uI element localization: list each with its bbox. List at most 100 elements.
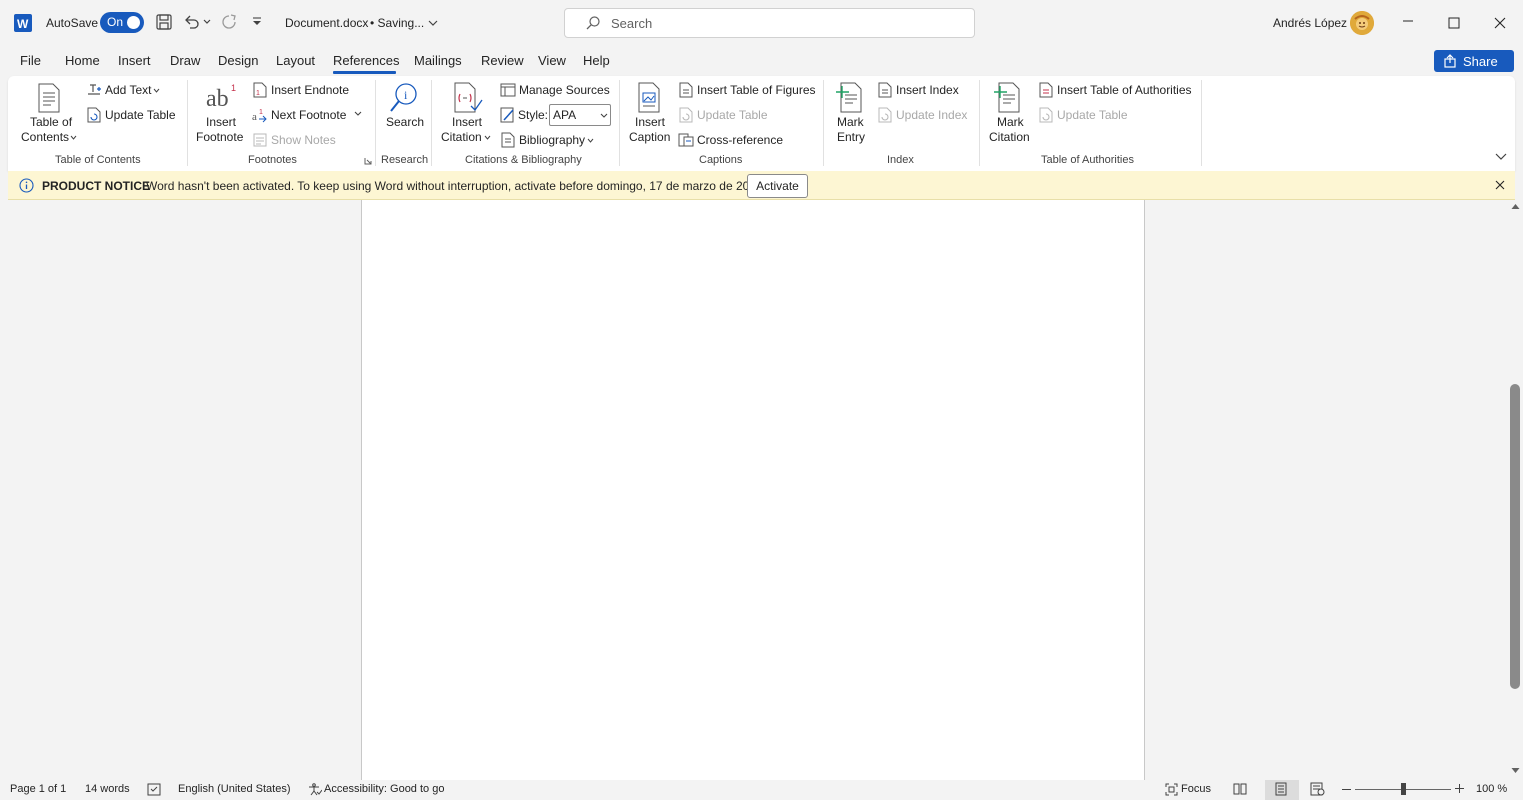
- table-of-contents-icon: [37, 83, 61, 113]
- svg-text:1: 1: [231, 83, 236, 93]
- mark-citation-label-1: Mark: [997, 115, 1024, 129]
- insert-citation-button[interactable]: Insert Citation: [438, 80, 494, 148]
- read-mode-icon[interactable]: [1233, 782, 1247, 796]
- insert-footnote-label-1: Insert: [206, 115, 237, 129]
- update-table-icon: [1038, 107, 1054, 123]
- scrollbar-thumb[interactable]: [1510, 384, 1520, 689]
- save-icon[interactable]: [155, 13, 173, 31]
- document-title[interactable]: Document.docx: [285, 16, 368, 30]
- mark-citation-button[interactable]: Mark Citation: [987, 80, 1031, 148]
- mark-entry-button[interactable]: Mark Entry: [830, 80, 870, 148]
- maximize-icon[interactable]: [1448, 17, 1460, 29]
- title-chevron-down-icon[interactable]: [428, 19, 438, 27]
- tab-references[interactable]: References: [333, 53, 399, 68]
- close-notice-icon[interactable]: [1495, 180, 1505, 190]
- dialog-launcher-icon[interactable]: [364, 157, 372, 165]
- word-logo-icon: W: [14, 14, 32, 32]
- ribbon-separator: [375, 80, 376, 166]
- avatar[interactable]: [1350, 11, 1374, 35]
- word-count[interactable]: 14 words: [85, 783, 130, 795]
- activate-button[interactable]: Activate: [747, 174, 808, 198]
- share-label: Share: [1463, 54, 1498, 69]
- language[interactable]: English (United States): [178, 783, 291, 795]
- insert-caption-label-2: Caption: [629, 130, 671, 144]
- tab-design[interactable]: Design: [218, 53, 258, 68]
- mark-entry-label-1: Mark: [837, 115, 864, 129]
- zoom-out-icon[interactable]: [1342, 788, 1351, 791]
- style-icon: [500, 107, 516, 123]
- tab-file[interactable]: File: [20, 53, 41, 68]
- focus-icon: [1165, 783, 1178, 796]
- table-of-contents-button[interactable]: Table of Contents: [20, 80, 78, 148]
- bibliography-icon: [500, 132, 516, 148]
- cross-reference-icon: [678, 132, 694, 148]
- user-name[interactable]: Andrés López: [1273, 16, 1347, 30]
- undo-icon[interactable]: [183, 13, 201, 31]
- show-notes-label: Show Notes: [271, 133, 336, 147]
- insert-table-of-figures-icon: [678, 82, 694, 98]
- search-icon: [585, 15, 601, 31]
- group-label-citations-bibliography: Citations & Bibliography: [465, 154, 582, 166]
- focus-mode-button[interactable]: Focus: [1181, 783, 1211, 795]
- web-layout-icon[interactable]: [1310, 782, 1325, 796]
- zoom-level[interactable]: 100 %: [1476, 783, 1507, 795]
- svg-text:a: a: [252, 111, 257, 123]
- group-label-table-of-authorities: Table of Authorities: [1041, 154, 1134, 166]
- close-icon[interactable]: [1494, 17, 1506, 29]
- mark-entry-label-2: Entry: [837, 130, 866, 144]
- next-footnote-dropdown-icon[interactable]: [354, 111, 362, 117]
- customize-qat-icon[interactable]: [252, 16, 262, 28]
- info-icon: [19, 178, 34, 193]
- group-label-footnotes: Footnotes: [248, 154, 297, 166]
- insert-caption-button[interactable]: Insert Caption: [626, 80, 672, 148]
- share-icon: [1443, 54, 1457, 68]
- chevron-down-icon: [70, 135, 77, 140]
- document-page[interactable]: [361, 200, 1145, 780]
- update-table-label: Update Table: [105, 108, 176, 122]
- autosave-toggle[interactable]: On: [100, 12, 144, 33]
- tab-layout[interactable]: Layout: [276, 53, 315, 68]
- page-count[interactable]: Page 1 of 1: [10, 783, 66, 795]
- ribbon-separator: [431, 80, 432, 166]
- style-select[interactable]: APA: [549, 104, 611, 126]
- update-table-authorities-label: Update Table: [1057, 108, 1128, 122]
- search-box[interactable]: Search: [564, 8, 975, 38]
- insert-index-label: Insert Index: [896, 83, 959, 97]
- zoom-slider-thumb[interactable]: [1401, 783, 1406, 795]
- accessibility-status[interactable]: Accessibility: Good to go: [324, 783, 444, 795]
- search-research-label: Search: [386, 115, 425, 129]
- update-index-icon: [877, 107, 893, 123]
- style-value: APA: [553, 108, 577, 122]
- tab-review[interactable]: Review: [481, 53, 524, 68]
- tab-insert[interactable]: Insert: [118, 53, 151, 68]
- scroll-down-arrow-icon[interactable]: [1511, 767, 1520, 774]
- chevron-down-icon: [484, 135, 491, 140]
- scroll-up-arrow-icon[interactable]: [1511, 203, 1520, 210]
- zoom-in-icon[interactable]: [1455, 784, 1464, 793]
- insert-footnote-button[interactable]: ab 1 Insert Footnote: [195, 80, 245, 148]
- table-of-contents-label-2: Contents: [21, 130, 70, 144]
- ribbon-separator: [823, 80, 824, 166]
- chevron-down-icon: [600, 113, 608, 119]
- ribbon-separator: [619, 80, 620, 166]
- minimize-icon[interactable]: [1402, 15, 1414, 27]
- tab-help[interactable]: Help: [583, 53, 610, 68]
- accessibility-icon: [308, 783, 322, 796]
- tab-draw[interactable]: Draw: [170, 53, 200, 68]
- print-layout-icon[interactable]: [1274, 782, 1288, 796]
- mark-citation-icon: [993, 82, 1021, 114]
- autosave-state: On: [107, 15, 124, 29]
- search-research-button[interactable]: i Search: [382, 80, 426, 148]
- tab-mailings[interactable]: Mailings: [414, 53, 462, 68]
- tab-home[interactable]: Home: [65, 53, 100, 68]
- collapse-ribbon-chevron-icon[interactable]: [1495, 153, 1507, 161]
- share-button[interactable]: Share: [1434, 50, 1514, 72]
- researcher-search-icon: i: [389, 82, 419, 114]
- tab-view[interactable]: View: [538, 53, 566, 68]
- svg-text:ab: ab: [206, 86, 229, 112]
- undo-dropdown-icon[interactable]: [203, 18, 211, 26]
- redo-icon[interactable]: [220, 13, 238, 31]
- bibliography-label: Bibliography: [519, 133, 586, 147]
- proofing-icon[interactable]: [147, 783, 161, 796]
- table-of-contents-label-1: Table of: [30, 115, 73, 129]
